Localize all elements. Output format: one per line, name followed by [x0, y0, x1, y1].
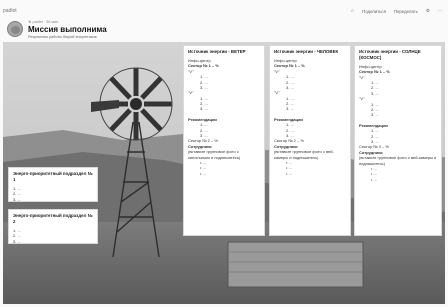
card-subdivision-2[interactable]: Энерго-приоритетный подраздел № 2 1. ...… [8, 209, 98, 244]
breadcrumb: ★ padlet · 38 мин [28, 20, 59, 24]
card-wind[interactable]: Источник энергии - ВЕТЕР Инфо-центр Сект… [183, 45, 265, 236]
gear-icon[interactable]: ⚙ [426, 8, 430, 14]
list-item: • ... [371, 176, 377, 182]
staff-note: (вставьте групповое фото с киносъемок и … [188, 149, 241, 160]
card-title: Источник энергии - СОЛНЦЕ (КОСМОС) [359, 49, 421, 60]
more-icon[interactable]: ⋯ [438, 8, 442, 14]
card-title: Энерго-приоритетный подраздел № 1 [13, 171, 93, 182]
avatar[interactable] [7, 21, 23, 37]
list-item: 3. ... [13, 196, 21, 202]
page-subtitle: Результаты работы бюрой энергетиков [28, 35, 97, 39]
remake-button[interactable]: Переделать [394, 9, 418, 14]
staff-note: (вставьте групповое фото с вей-камеры и … [359, 155, 437, 166]
share-button[interactable]: Поделиться [362, 9, 386, 14]
toolbar: ☆ Поделиться Переделать ⚙ ⋯ [350, 8, 442, 14]
board-canvas[interactable]: Источник энергии - ВЕТЕР Инфо-центр Сект… [3, 42, 445, 304]
staff-note: (вставьте групповое фото с вей-камеры и … [274, 149, 334, 160]
list-item: 3. ... [13, 238, 21, 244]
card-title: Источник энергии - ЧЕЛОВЕК [274, 49, 339, 54]
card-sun[interactable]: Источник энергии - СОЛНЦЕ (КОСМОС) Инфо-… [354, 45, 442, 236]
list-item: • ... [286, 170, 292, 176]
app-name[interactable]: padlet [3, 8, 17, 14]
list-item: • ... [200, 170, 206, 176]
board-header: ★ padlet · 38 мин Миссия выполнима Резул… [5, 19, 205, 41]
card-title: Энерго-приоритетный подраздел № 2 [13, 213, 93, 224]
page-title: Миссия выполнима [28, 25, 107, 34]
card-human[interactable]: Источник энергии - ЧЕЛОВЕК Инфо-центр Се… [269, 45, 351, 236]
card-title: Источник энергии - ВЕТЕР [188, 49, 246, 54]
card-subdivision-1[interactable]: Энерго-приоритетный подраздел № 1 1. ...… [8, 167, 98, 202]
like-icon[interactable]: ☆ [350, 8, 354, 14]
